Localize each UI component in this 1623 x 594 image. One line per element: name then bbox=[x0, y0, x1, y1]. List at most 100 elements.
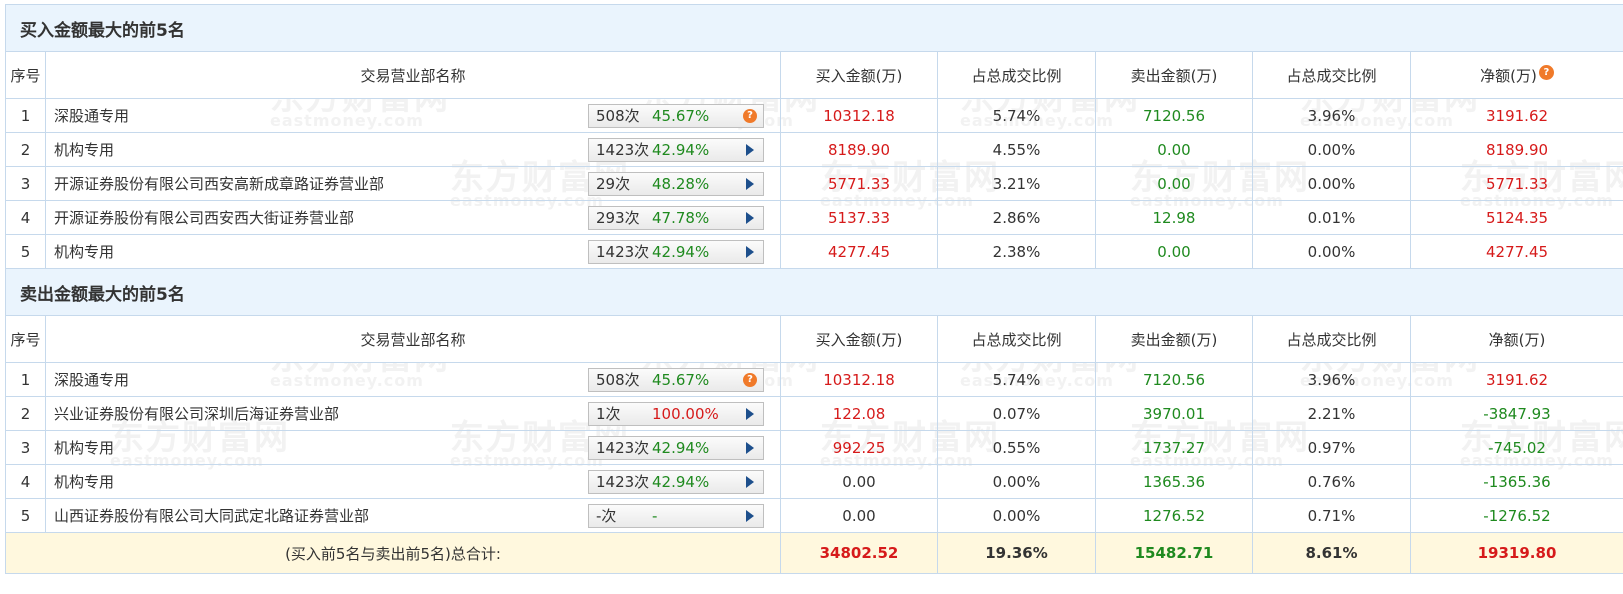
col-buy-amount: 买入金额(万) bbox=[780, 315, 938, 363]
win-rate: 47.78% bbox=[652, 208, 710, 227]
col-branch-name: 交易营业部名称 bbox=[45, 315, 781, 363]
win-rate: 100.00% bbox=[652, 404, 719, 423]
col-buy-amount: 买入金额(万) bbox=[780, 51, 938, 99]
buy-ratio: 3.21% bbox=[937, 166, 1096, 201]
row-index: 4 bbox=[5, 200, 46, 235]
buy-ratio: 2.86% bbox=[937, 200, 1096, 235]
sell-amount: 0.00 bbox=[1095, 132, 1253, 167]
col-sell-amount: 卖出金额(万) bbox=[1095, 51, 1253, 99]
branch-name[interactable]: 兴业证券股份有限公司深圳后海证券营业部 bbox=[54, 403, 339, 424]
play-arrow-icon[interactable] bbox=[746, 245, 754, 258]
trade-count: -次 bbox=[596, 507, 617, 525]
trade-count: 1423次 bbox=[596, 473, 650, 491]
net-amount: 3191.62 bbox=[1409, 98, 1623, 133]
sell-amount: 1737.27 bbox=[1095, 430, 1253, 465]
net-amount: 8189.90 bbox=[1409, 132, 1623, 167]
trade-count: 508次 bbox=[596, 107, 640, 125]
net-amount: 5771.33 bbox=[1409, 166, 1623, 201]
win-rate: 42.94% bbox=[652, 472, 710, 491]
buy-amount: 10312.18 bbox=[780, 98, 938, 133]
sell-amount: 12.98 bbox=[1095, 200, 1253, 235]
win-rate: 42.94% bbox=[652, 140, 710, 159]
play-arrow-icon[interactable] bbox=[746, 441, 754, 454]
branch-name[interactable]: 开源证券股份有限公司西安西大街证券营业部 bbox=[54, 207, 354, 228]
branch-name[interactable]: 机构专用 bbox=[54, 241, 114, 262]
trade-stat-box[interactable]: 1423次 42.94% bbox=[588, 435, 764, 460]
buy-table-row: 1 深股通专用 508次 45.67% ? 10312.18 5.74% 712… bbox=[5, 98, 1623, 133]
sell-table-row: 3 机构专用 1423次 42.94% 992.25 0.55% 1737.27… bbox=[5, 430, 1623, 465]
col-sell-ratio: 占总成交比例 bbox=[1252, 51, 1411, 99]
net-amount: -1276.52 bbox=[1409, 498, 1623, 533]
buy-amount: 4277.45 bbox=[780, 234, 938, 269]
buy-amount: 122.08 bbox=[780, 396, 938, 431]
branch-name[interactable]: 开源证券股份有限公司西安高新成章路证券营业部 bbox=[54, 173, 384, 194]
sell-amount: 7120.56 bbox=[1095, 362, 1253, 397]
row-index: 3 bbox=[5, 430, 46, 465]
sell-ratio: 0.97% bbox=[1252, 430, 1411, 465]
win-rate: 45.67% bbox=[652, 106, 710, 125]
row-index: 2 bbox=[5, 396, 46, 431]
win-rate: 45.67% bbox=[652, 370, 710, 389]
col-branch-name: 交易营业部名称 bbox=[45, 51, 781, 99]
row-index: 1 bbox=[5, 98, 46, 133]
net-amount: -3847.93 bbox=[1409, 396, 1623, 431]
trade-count: 1423次 bbox=[596, 439, 650, 457]
branch-name[interactable]: 深股通专用 bbox=[54, 105, 129, 126]
net-amount: -1365.36 bbox=[1409, 464, 1623, 499]
buy-amount: 10312.18 bbox=[780, 362, 938, 397]
sell-ratio: 0.00% bbox=[1252, 166, 1411, 201]
play-arrow-icon[interactable] bbox=[746, 177, 754, 190]
question-icon[interactable]: ? bbox=[743, 108, 757, 123]
buy-section-title: 买入金额最大的前5名 bbox=[4, 4, 1623, 52]
trade-stat-box[interactable]: 293次 47.78% bbox=[588, 205, 764, 230]
buy-table-row: 5 机构专用 1423次 42.94% 4277.45 2.38% 0.00 0… bbox=[5, 234, 1623, 269]
win-rate: 48.28% bbox=[652, 174, 710, 193]
question-icon[interactable]: ? bbox=[743, 372, 757, 387]
sell-ratio: 3.96% bbox=[1252, 362, 1411, 397]
col-sell-amount: 卖出金额(万) bbox=[1095, 315, 1253, 363]
trade-stat-box[interactable]: 508次 45.67% ? bbox=[588, 367, 764, 392]
branch-name[interactable]: 山西证券股份有限公司大同武定北路证券营业部 bbox=[54, 505, 369, 526]
play-arrow-icon[interactable] bbox=[746, 211, 754, 224]
branch-name[interactable]: 机构专用 bbox=[54, 139, 114, 160]
row-index: 3 bbox=[5, 166, 46, 201]
trade-stat-box[interactable]: 1423次 42.94% bbox=[588, 469, 764, 494]
trade-stat-box[interactable]: 508次 45.67% ? bbox=[588, 103, 764, 128]
trade-stat-box[interactable]: 1次 100.00% bbox=[588, 401, 764, 426]
trade-stat-box[interactable]: 29次 48.28% bbox=[588, 171, 764, 196]
total-buy-ratio: 19.36% bbox=[937, 532, 1096, 574]
play-arrow-icon[interactable] bbox=[746, 143, 754, 156]
trade-stat-box[interactable]: -次 - bbox=[588, 503, 764, 528]
trade-count: 293次 bbox=[596, 209, 640, 227]
sell-amount: 3970.01 bbox=[1095, 396, 1253, 431]
sell-ratio: 2.21% bbox=[1252, 396, 1411, 431]
branch-name[interactable]: 深股通专用 bbox=[54, 369, 129, 390]
play-arrow-icon[interactable] bbox=[746, 407, 754, 420]
branch-name[interactable]: 机构专用 bbox=[54, 471, 114, 492]
col-index: 序号 bbox=[5, 315, 46, 363]
play-arrow-icon[interactable] bbox=[746, 509, 754, 522]
buy-ratio: 5.74% bbox=[937, 362, 1096, 397]
row-index: 1 bbox=[5, 362, 46, 397]
play-arrow-icon[interactable] bbox=[746, 475, 754, 488]
row-index: 2 bbox=[5, 132, 46, 167]
win-rate: 42.94% bbox=[652, 242, 710, 261]
net-help-icon[interactable]: ? bbox=[1538, 64, 1554, 80]
buy-amount: 0.00 bbox=[780, 464, 938, 499]
trade-stat-box[interactable]: 1423次 42.94% bbox=[588, 137, 764, 162]
col-net-amount: 净额(万)? bbox=[1409, 51, 1623, 99]
trade-stat-box[interactable]: 1423次 42.94% bbox=[588, 239, 764, 264]
buy-amount: 5137.33 bbox=[780, 200, 938, 235]
sell-amount: 0.00 bbox=[1095, 166, 1253, 201]
col-sell-ratio: 占总成交比例 bbox=[1252, 315, 1411, 363]
row-index: 5 bbox=[5, 234, 46, 269]
buy-ratio: 4.55% bbox=[937, 132, 1096, 167]
sell-table-row: 2 兴业证券股份有限公司深圳后海证券营业部 1次 100.00% 122.08 … bbox=[5, 396, 1623, 431]
branch-name[interactable]: 机构专用 bbox=[54, 437, 114, 458]
total-sell: 15482.71 bbox=[1095, 532, 1253, 574]
trade-count: 1次 bbox=[596, 405, 621, 423]
sell-amount: 7120.56 bbox=[1095, 98, 1253, 133]
buy-ratio: 0.07% bbox=[937, 396, 1096, 431]
net-amount: 4277.45 bbox=[1409, 234, 1623, 269]
trade-count: 1423次 bbox=[596, 243, 650, 261]
